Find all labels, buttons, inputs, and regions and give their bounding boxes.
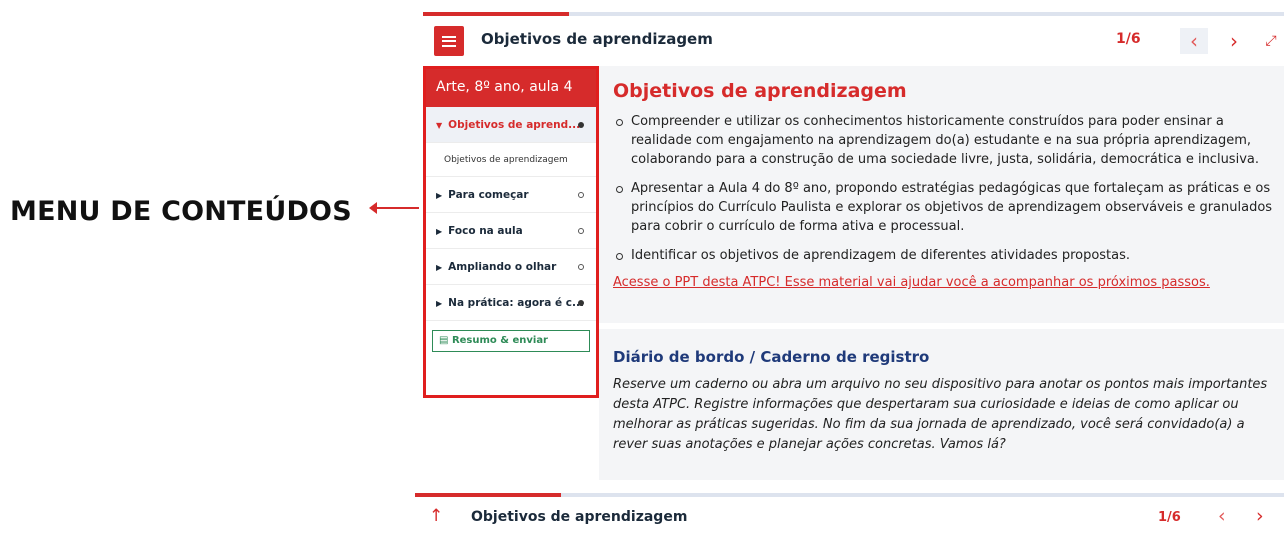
resumo-enviar-button[interactable]: ▤ Resumo & enviar (432, 330, 590, 352)
diario-text: Reserve um caderno ou abra um arquivo no… (613, 377, 1268, 452)
diario-heading: Diário de bordo / Caderno de registro (613, 348, 930, 366)
footer-prev-button[interactable]: ‹ (1218, 505, 1226, 527)
objectives-list: Compreender e utilizar os conhecimentos … (613, 112, 1284, 265)
next-page-button[interactable]: › (1220, 28, 1248, 54)
completed-dot-icon (578, 300, 584, 306)
objective-item: Identificar os objetivos de aprendizagem… (613, 246, 1284, 265)
menu-item-label: Para começar (448, 189, 529, 201)
chevron-left-icon: ‹ (1218, 505, 1226, 527)
arrow-up-icon: ↑ (429, 506, 444, 526)
chevron-right-icon: › (1230, 29, 1238, 53)
caret-right-icon: ▶ (436, 263, 443, 272)
menu-item-foco-na-aula[interactable]: ▶ Foco na aula (426, 213, 596, 249)
menu-button[interactable] (434, 26, 464, 56)
hamburger-icon (442, 35, 456, 47)
menu-item-label: Ampliando o olhar (448, 261, 557, 273)
menu-item-label: Foco na aula (448, 225, 523, 237)
fullscreen-button[interactable]: ⤢ (1257, 28, 1284, 54)
resumo-label: Resumo & enviar (451, 335, 548, 346)
lesson-app: Objetivos de aprendizagem 1/6 ‹ › ⤢ Arte… (415, 12, 1284, 536)
section-divider (599, 323, 1284, 329)
course-title: Arte, 8º ano, aula 4 (426, 69, 596, 107)
annotation-arrow (369, 202, 419, 214)
objective-item: Apresentar a Aula 4 do 8º ano, propondo … (613, 179, 1284, 236)
menu-item-ampliando-o-olhar[interactable]: ▶ Ampliando o olhar (426, 249, 596, 285)
submenu-item-objetivos[interactable]: Objetivos de aprendizagem (426, 143, 596, 177)
menu-item-para-comecar[interactable]: ▶ Para começar (426, 177, 596, 213)
footer-title: Objetivos de aprendizagem (471, 509, 688, 525)
fullscreen-icon: ⤢ (1265, 33, 1277, 49)
pending-dot-icon (578, 264, 584, 270)
objective-item: Compreender e utilizar os conhecimentos … (613, 112, 1284, 169)
chevron-left-icon: ‹ (1190, 29, 1198, 53)
caret-right-icon: ▶ (436, 191, 443, 200)
pending-dot-icon (578, 228, 584, 234)
caret-right-icon: ▶ (436, 299, 443, 308)
ppt-link[interactable]: Acesse o PPT desta ATPC! Esse material v… (613, 275, 1284, 290)
footer-page-counter: 1/6 (1158, 510, 1181, 525)
content-heading: Objetivos de aprendizagem (613, 80, 907, 102)
page-counter: 1/6 (1116, 31, 1141, 47)
scroll-top-button[interactable]: ↑ (429, 506, 443, 526)
chevron-right-icon: › (1256, 505, 1264, 527)
menu-item-na-pratica[interactable]: ▶ Na prática: agora é c... (426, 285, 596, 321)
caret-right-icon: ▶ (436, 227, 443, 236)
content-menu: Arte, 8º ano, aula 4 ▼ Objetivos de apren… (423, 66, 599, 398)
progress-bar-bottom (415, 493, 1284, 497)
footer-next-button[interactable]: › (1256, 505, 1264, 527)
menu-item-objetivos[interactable]: ▼ Objetivos de aprend... (426, 107, 596, 143)
completed-dot-icon (578, 122, 584, 128)
menu-item-label: Objetivos de aprend... (448, 119, 581, 131)
document-icon: ▤ (439, 335, 452, 346)
menu-item-label: Na prática: agora é c... (448, 297, 584, 309)
prev-page-button[interactable]: ‹ (1180, 28, 1208, 54)
header: Objetivos de aprendizagem 1/6 ‹ › ⤢ (423, 16, 1284, 66)
pending-dot-icon (578, 192, 584, 198)
annotation-label: MENU DE CONTEÚDOS (10, 196, 352, 227)
caret-down-icon: ▼ (436, 121, 443, 130)
lesson-content: Objetivos de aprendizagem Compreender e … (599, 66, 1284, 480)
header-title: Objetivos de aprendizagem (481, 30, 713, 48)
